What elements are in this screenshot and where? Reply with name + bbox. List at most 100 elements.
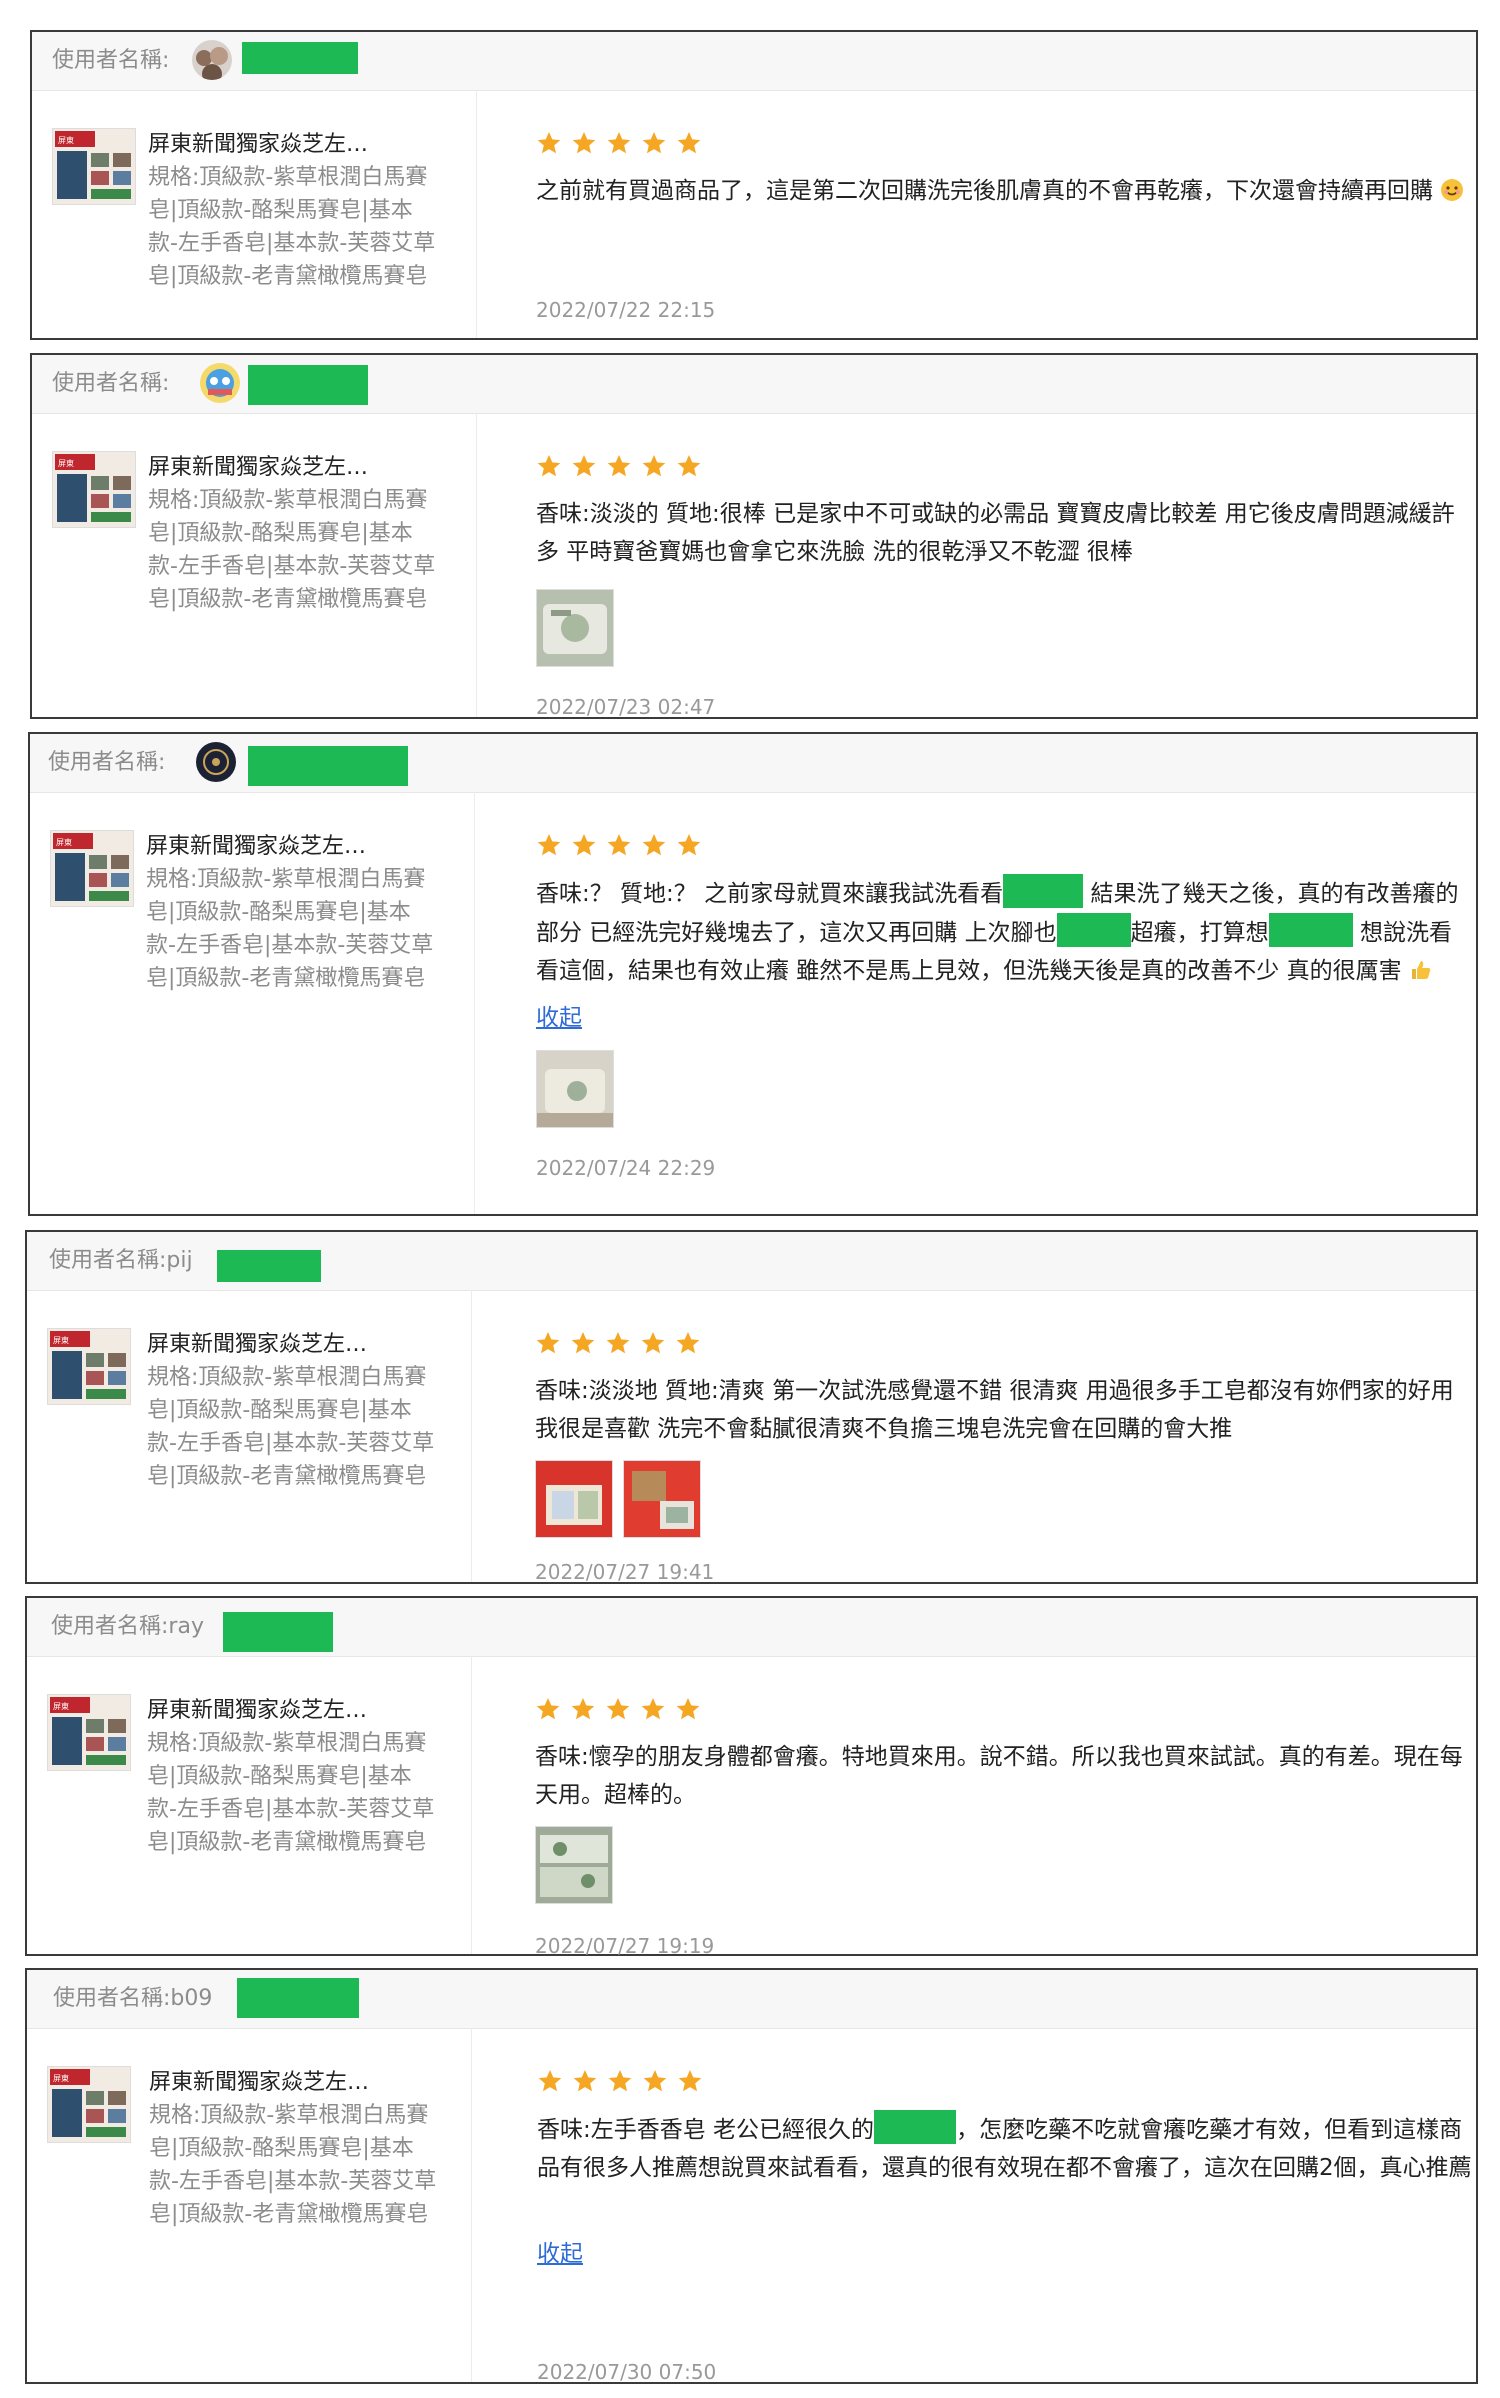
- star-icon: [677, 2068, 703, 2094]
- review-card: 使用者名稱: 屏東 屏東新聞獨家焱芝左… 規格:頂級款-紫草根潤白馬賽皂|頂級款…: [30, 353, 1478, 719]
- review-body: 之前就有買過商品了，這是第二次回購洗完後肌膚真的不會再乾癢，下次還會持續再回購 …: [522, 90, 1476, 338]
- product-thumbnail[interactable]: 屏東: [47, 1328, 131, 1405]
- review-header: 使用者名稱:: [30, 734, 1476, 793]
- star-icon: [641, 130, 667, 156]
- thumbs-up-icon: [1409, 958, 1433, 982]
- username-redaction: [237, 1978, 359, 2018]
- username-redaction: [248, 365, 368, 405]
- review-body: 香味:？ 質地:？ 之前家母就買來讓我試洗看看 結果洗了幾天之後，真的有改善癢的…: [520, 792, 1476, 1214]
- product-spec: 規格:頂級款-紫草根潤白馬賽皂|頂級款-酪梨馬賽皂|基本款-左手香皂|基本款-芙…: [148, 488, 436, 612]
- product-name[interactable]: 屏東新聞獨家焱芝左…: [147, 1328, 447, 1362]
- review-body: 香味:淡淡地 質地:清爽 第一次試洗感覺還不錯 很清爽 用過很多手工皂都沒有妳們…: [517, 1290, 1476, 1584]
- star-icon: [641, 453, 667, 479]
- product-thumbnail[interactable]: 屏東: [47, 1694, 131, 1771]
- username-label: 使用者名稱:: [52, 371, 170, 396]
- review-card: 使用者名稱:ray 屏東 屏東新聞獨家焱芝左… 規格:頂級款-紫草根潤白馬賽皂|…: [25, 1596, 1478, 1958]
- star-icon: [571, 130, 597, 156]
- star-icon: [572, 2068, 598, 2094]
- review-photo[interactable]: [623, 1460, 701, 1538]
- star-icon: [536, 832, 562, 858]
- review-photo[interactable]: [536, 1050, 614, 1128]
- svg-text:屏東: 屏東: [58, 458, 74, 468]
- product-thumbnail[interactable]: 屏東: [47, 2066, 131, 2143]
- review-photo[interactable]: [535, 1826, 613, 1904]
- star-icon: [536, 130, 562, 156]
- svg-text:屏東: 屏東: [53, 1335, 69, 1345]
- collapse-link[interactable]: 收起: [537, 2234, 583, 2268]
- star-icon: [675, 1330, 701, 1356]
- collapse-link[interactable]: 收起: [536, 998, 582, 1032]
- star-rating: [537, 2068, 712, 2094]
- review-card: 使用者名稱: 屏東 屏東新聞獨家焱芝左… 規格:頂級款-紫草根潤白馬賽皂|頂級款…: [30, 30, 1478, 340]
- product-info[interactable]: 屏東 屏東新聞獨家焱芝左… 規格:頂級款-紫草根潤白馬賽皂|頂級款-酪梨馬賽皂|…: [27, 2028, 472, 2382]
- review-comment: 香味:淡淡的 質地:很棒 已是家中不可或缺的必需品 寶寶皮膚比較差 用它後皮膚問…: [536, 501, 1455, 565]
- username-label: 使用者名稱:pij: [49, 1248, 193, 1273]
- product-thumbnail[interactable]: 屏東: [50, 830, 134, 907]
- username-label: 使用者名稱:: [48, 750, 166, 775]
- product-info[interactable]: 屏東 屏東新聞獨家焱芝左… 規格:頂級款-紫草根潤白馬賽皂|頂級款-酪梨馬賽皂|…: [27, 1656, 472, 1954]
- product-name[interactable]: 屏東新聞獨家焱芝左…: [146, 830, 446, 864]
- star-icon: [642, 2068, 668, 2094]
- star-icon: [676, 130, 702, 156]
- svg-text:屏東: 屏東: [58, 135, 74, 145]
- star-rating: [535, 1696, 710, 1722]
- username-redaction: [217, 1250, 321, 1282]
- product-spec: 規格:頂級款-紫草根潤白馬賽皂|頂級款-酪梨馬賽皂|基本款-左手香皂|基本款-芙…: [147, 1365, 435, 1489]
- text-redaction: [874, 2110, 957, 2144]
- user-avatar[interactable]: [192, 40, 232, 80]
- product-info[interactable]: 屏東 屏東新聞獨家焱芝左… 規格:頂級款-紫草根潤白馬賽皂|頂級款-酪梨馬賽皂|…: [30, 792, 475, 1214]
- review-date: 2022/07/24 22:29: [536, 1156, 716, 1180]
- review-photo[interactable]: [535, 1460, 613, 1538]
- username-label: 使用者名稱:: [52, 48, 170, 73]
- star-icon: [535, 1696, 561, 1722]
- text-redaction: [1003, 874, 1084, 908]
- star-icon: [571, 832, 597, 858]
- star-rating: [536, 130, 711, 156]
- product-spec: 規格:頂級款-紫草根潤白馬賽皂|頂級款-酪梨馬賽皂|基本款-左手香皂|基本款-芙…: [149, 2103, 437, 2227]
- product-thumbnail[interactable]: 屏東: [52, 451, 136, 528]
- product-name[interactable]: 屏東新聞獨家焱芝左…: [147, 1694, 447, 1728]
- review-header: 使用者名稱:: [32, 355, 1476, 414]
- product-spec: 規格:頂級款-紫草根潤白馬賽皂|頂級款-酪梨馬賽皂|基本款-左手香皂|基本款-芙…: [146, 867, 434, 991]
- star-icon: [570, 1696, 596, 1722]
- text-redaction: [1268, 913, 1353, 947]
- user-avatar[interactable]: [200, 363, 240, 403]
- review-card: 使用者名稱:pij 屏東 屏東新聞獨家焱芝左… 規格:頂級款-紫草根潤白馬賽皂|…: [25, 1230, 1478, 1584]
- username-redaction: [223, 1612, 333, 1652]
- review-header: 使用者名稱:pij: [27, 1232, 1476, 1291]
- svg-text:屏東: 屏東: [53, 1701, 69, 1711]
- text-redaction: [1056, 913, 1131, 947]
- review-date: 2022/07/23 02:47: [536, 695, 716, 719]
- product-info[interactable]: 屏東 屏東新聞獨家焱芝左… 規格:頂級款-紫草根潤白馬賽皂|頂級款-酪梨馬賽皂|…: [32, 90, 477, 338]
- star-icon: [537, 2068, 563, 2094]
- product-name[interactable]: 屏東新聞獨家焱芝左…: [148, 128, 448, 162]
- product-info[interactable]: 屏東 屏東新聞獨家焱芝左… 規格:頂級款-紫草根潤白馬賽皂|頂級款-酪梨馬賽皂|…: [27, 1290, 472, 1582]
- user-avatar[interactable]: [196, 742, 236, 782]
- star-icon: [535, 1330, 561, 1356]
- product-thumbnail[interactable]: 屏東: [52, 128, 136, 205]
- star-rating: [535, 1330, 710, 1356]
- star-icon: [676, 832, 702, 858]
- product-info[interactable]: 屏東 屏東新聞獨家焱芝左… 規格:頂級款-紫草根潤白馬賽皂|頂級款-酪梨馬賽皂|…: [32, 413, 477, 717]
- star-icon: [606, 453, 632, 479]
- review-card: 使用者名稱: 屏東 屏東新聞獨家焱芝左… 規格:頂級款-紫草根潤白馬賽皂|頂級款…: [28, 732, 1478, 1216]
- product-spec: 規格:頂級款-紫草根潤白馬賽皂|頂級款-酪梨馬賽皂|基本款-左手香皂|基本款-芙…: [147, 1731, 435, 1855]
- review-body: 香味:淡淡的 質地:很棒 已是家中不可或缺的必需品 寶寶皮膚比較差 用它後皮膚問…: [522, 413, 1476, 719]
- review-photo[interactable]: [536, 589, 614, 667]
- star-icon: [605, 1696, 631, 1722]
- star-icon: [640, 1330, 666, 1356]
- star-icon: [570, 1330, 596, 1356]
- svg-text:屏東: 屏東: [56, 837, 72, 847]
- product-spec: 規格:頂級款-紫草根潤白馬賽皂|頂級款-酪梨馬賽皂|基本款-左手香皂|基本款-芙…: [148, 165, 436, 289]
- smile-emoji-icon: [1440, 178, 1464, 202]
- review-date: 2022/07/27 19:41: [535, 1560, 715, 1584]
- svg-text:屏東: 屏東: [53, 2073, 69, 2083]
- star-icon: [606, 130, 632, 156]
- star-icon: [606, 832, 632, 858]
- review-comment: 香味:左手香香皂 老公已經很久的 ，怎麼吃藥不吃就會癢吃藥才有效，但看到這樣商品有…: [537, 2110, 1474, 2187]
- product-name[interactable]: 屏東新聞獨家焱芝左…: [149, 2066, 449, 2100]
- star-icon: [571, 453, 597, 479]
- star-icon: [607, 2068, 633, 2094]
- product-name[interactable]: 屏東新聞獨家焱芝左…: [148, 451, 448, 485]
- star-rating: [536, 453, 711, 479]
